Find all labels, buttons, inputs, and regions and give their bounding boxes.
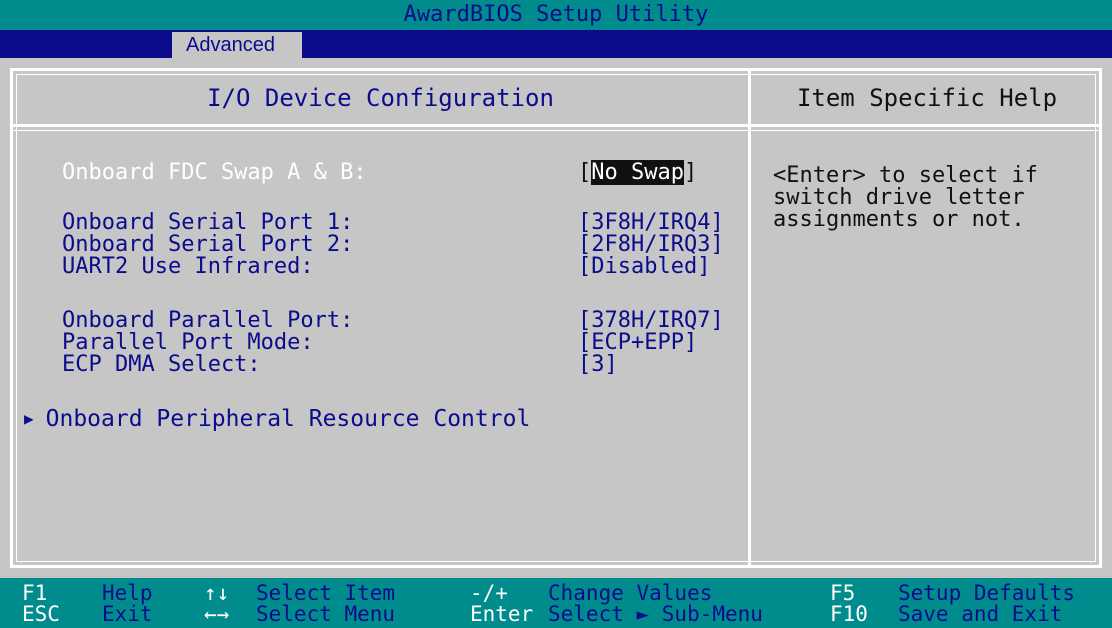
help-text: <Enter> to select if switch drive letter…	[773, 163, 1038, 232]
key-f5-label: Setup Defaults	[898, 581, 1076, 605]
key-legend: F1 Help ESC Exit ↑↓ Select Item ←→ Selec…	[0, 578, 1112, 628]
selected-value-highlight[interactable]: No Swap	[591, 160, 684, 185]
help-divider	[748, 68, 751, 568]
parallel-port-mode-value[interactable]: [ECP+EPP]	[578, 332, 697, 354]
key-left-right: ←→	[204, 602, 230, 626]
key-f10: F10	[830, 602, 868, 626]
key-up-down: ↑↓	[204, 581, 230, 605]
right-triangle-icon: ▶	[24, 409, 34, 428]
key-f1: F1	[22, 581, 48, 605]
header-divider	[10, 124, 1102, 127]
onboard-parallel-port-label[interactable]: Onboard Parallel Port:	[62, 310, 353, 332]
key-minus-plus-label: Change Values	[548, 581, 713, 605]
ecp-dma-select-label[interactable]: ECP DMA Select:	[62, 354, 261, 376]
parallel-port-mode-label[interactable]: Parallel Port Mode:	[62, 332, 314, 354]
key-f5: F5	[830, 581, 856, 605]
onboard-parallel-port-value[interactable]: [378H/IRQ7]	[578, 310, 724, 332]
onboard-serial-port-2-label[interactable]: Onboard Serial Port 2:	[62, 234, 353, 256]
key-left-right-label: Select Menu	[256, 602, 396, 626]
onboard-fdc-swap-value[interactable]: [No Swap]	[578, 160, 697, 185]
onboard-serial-port-1-value[interactable]: [3F8H/IRQ4]	[578, 212, 724, 234]
uart2-use-infrared-value[interactable]: [Disabled]	[578, 256, 710, 278]
ecp-dma-select-value[interactable]: [3]	[578, 354, 618, 376]
onboard-fdc-swap-label[interactable]: Onboard FDC Swap A & B:	[62, 162, 367, 184]
menu-bar: Advanced	[0, 30, 1112, 58]
window-title: AwardBIOS Setup Utility	[0, 0, 1112, 30]
key-esc: ESC	[22, 602, 60, 626]
key-minus-plus: -/+	[470, 581, 508, 605]
key-f10-label: Save and Exit	[898, 602, 1063, 626]
submenu-onboard-peripheral-resource-control[interactable]: ▶ Onboard Peripheral Resource Control	[24, 406, 530, 432]
key-f1-label: Help	[102, 581, 153, 605]
help-title: Item Specific Help	[796, 84, 1058, 112]
uart2-use-infrared-label[interactable]: UART2 Use Infrared:	[62, 256, 314, 278]
key-esc-label: Exit	[102, 602, 153, 626]
key-up-down-label: Select Item	[256, 581, 396, 605]
tab-advanced[interactable]: Advanced	[172, 32, 302, 58]
key-enter-label: Select ► Sub-Menu	[548, 602, 763, 626]
onboard-serial-port-1-label[interactable]: Onboard Serial Port 1:	[62, 212, 353, 234]
page-title: I/O Device Configuration	[207, 84, 554, 112]
key-enter: Enter	[470, 602, 534, 626]
onboard-serial-port-2-value[interactable]: [2F8H/IRQ3]	[578, 234, 724, 256]
header-divider-inner	[10, 130, 1102, 131]
submenu-label: Onboard Peripheral Resource Control	[45, 406, 531, 432]
